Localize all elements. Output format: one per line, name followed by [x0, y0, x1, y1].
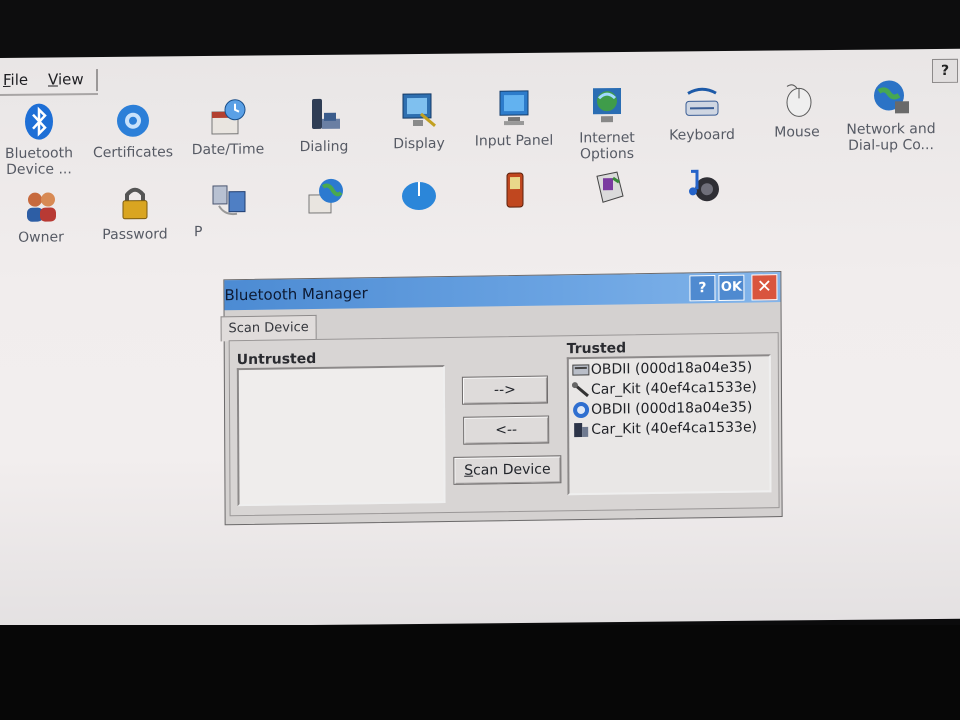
dialog-title: Bluetooth Manager — [224, 284, 368, 305]
cp-item-password[interactable]: Password — [90, 182, 180, 243]
cp-label: Bluetooth Device ... — [5, 145, 73, 178]
move-to-trusted-button[interactable]: --> — [461, 375, 549, 405]
mouse-icon — [777, 80, 817, 120]
pc-connection-icon — [209, 180, 249, 220]
scan-button-accel: S — [464, 462, 474, 479]
cp-item-display[interactable]: Display — [374, 92, 464, 153]
bluetooth-device-icon — [571, 401, 591, 419]
untrusted-label: Untrusted — [236, 350, 317, 369]
cp-item-network[interactable]: Network and Dial-up Co... — [846, 77, 936, 154]
trusted-item-label: OBDII (000d18a04e35) — [591, 399, 753, 418]
phone-device-icon — [571, 421, 591, 439]
serial-device-icon — [571, 361, 591, 379]
bluetooth-manager-dialog: Bluetooth Manager ? OK ✕ Scan Device Unt… — [220, 271, 783, 526]
monitor-bezel-bottom — [0, 625, 960, 720]
cp-item-bluetooth[interactable]: Bluetooth Device ... — [0, 101, 84, 178]
cp-item-certificates[interactable]: Certificates — [88, 100, 178, 161]
trusted-list-item[interactable]: Car_Kit (40ef4ca1533e) — [571, 378, 757, 401]
cp-label: Network and Dial-up Co... — [846, 121, 936, 154]
cp-item-pc-connection[interactable]: P — [184, 179, 274, 240]
cp-label: Owner — [18, 229, 64, 246]
cp-item-system[interactable] — [470, 171, 560, 212]
dialog-help-button[interactable]: ? — [689, 275, 716, 302]
cp-label: Internet Options — [579, 129, 635, 163]
cp-item-stylus[interactable] — [374, 174, 464, 215]
storage-manager-icon — [589, 168, 629, 208]
trusted-list-item[interactable]: OBDII (000d18a04e35) — [571, 398, 752, 421]
trusted-item-label: OBDII (000d18a04e35) — [590, 359, 753, 378]
menu-file-label: ile — [10, 70, 29, 89]
cp-item-regional[interactable] — [280, 176, 370, 217]
cp-label: Password — [102, 226, 168, 244]
display-icon — [399, 92, 439, 132]
cp-item-mouse[interactable]: Mouse — [752, 80, 842, 141]
move-to-untrusted-button[interactable]: <-- — [463, 415, 550, 445]
cp-item-dialing[interactable]: Dialing — [279, 94, 369, 155]
cp-label: Certificates — [92, 144, 173, 162]
stylus-icon — [399, 174, 439, 214]
password-icon — [115, 183, 155, 223]
cp-item-date-time[interactable]: Date/Time — [183, 97, 273, 158]
menu-view[interactable]: View — [48, 70, 84, 88]
cp-label: Dialing — [299, 138, 349, 156]
trusted-item-label: Car_Kit (40ef4ca1533e) — [590, 379, 757, 398]
menubar-border — [0, 93, 98, 96]
keyboard-icon — [682, 83, 722, 123]
trusted-item-label: Car_Kit (40ef4ca1533e) — [591, 419, 758, 438]
tab-scan-device[interactable]: Scan Device — [220, 314, 317, 342]
trusted-label: Trusted — [566, 340, 627, 358]
dialog-titlebar[interactable]: Bluetooth Manager ? OK ✕ — [224, 272, 781, 311]
untrusted-device-list[interactable] — [236, 365, 446, 507]
cp-item-owner[interactable]: Owner — [0, 185, 86, 246]
dialing-icon — [304, 95, 344, 135]
trusted-list-item[interactable]: OBDII (000d18a04e35) — [571, 358, 752, 381]
scan-button-label: can Device — [473, 461, 551, 479]
cp-label: Display — [393, 135, 445, 153]
cp-item-keyboard[interactable]: Keyboard — [657, 83, 747, 144]
scan-device-button[interactable]: Scan Device — [453, 455, 562, 485]
owner-icon — [21, 185, 61, 225]
cp-item-volume[interactable] — [658, 165, 748, 206]
cp-item-internet-options[interactable]: Internet Options — [562, 86, 652, 163]
input-panel-icon — [494, 89, 534, 129]
cp-label: Keyboard — [669, 126, 735, 144]
certificates-icon — [113, 101, 153, 141]
menu-view-label: iew — [57, 70, 84, 89]
tools-icon — [571, 381, 591, 399]
trusted-list-item[interactable]: Car_Kit (40ef4ca1533e) — [571, 418, 757, 441]
regional-settings-icon — [305, 177, 345, 217]
system-icon — [495, 171, 535, 211]
network-icon — [871, 77, 911, 117]
cp-item-input-panel[interactable]: Input Panel — [469, 89, 559, 150]
cp-label: Input Panel — [474, 132, 554, 150]
cp-label: Date/Time — [191, 141, 265, 159]
volume-sounds-icon — [683, 165, 723, 205]
menu-file[interactable]: File — [3, 71, 28, 89]
cp-item-storage[interactable] — [564, 168, 654, 209]
bluetooth-icon — [19, 101, 59, 141]
internet-options-icon — [587, 86, 627, 126]
cp-label: P — [194, 224, 203, 241]
date-time-icon — [208, 98, 248, 138]
menubar-separator — [96, 69, 98, 92]
screen: File View ? Bluetooth Device ... Certifi… — [0, 48, 960, 629]
cp-label: Mouse — [774, 124, 820, 141]
dialog-ok-button[interactable]: OK — [718, 274, 745, 301]
dialog-close-button[interactable]: ✕ — [751, 274, 778, 301]
trusted-device-list[interactable]: OBDII (000d18a04e35) Car_Kit (40ef4ca153… — [566, 354, 772, 496]
